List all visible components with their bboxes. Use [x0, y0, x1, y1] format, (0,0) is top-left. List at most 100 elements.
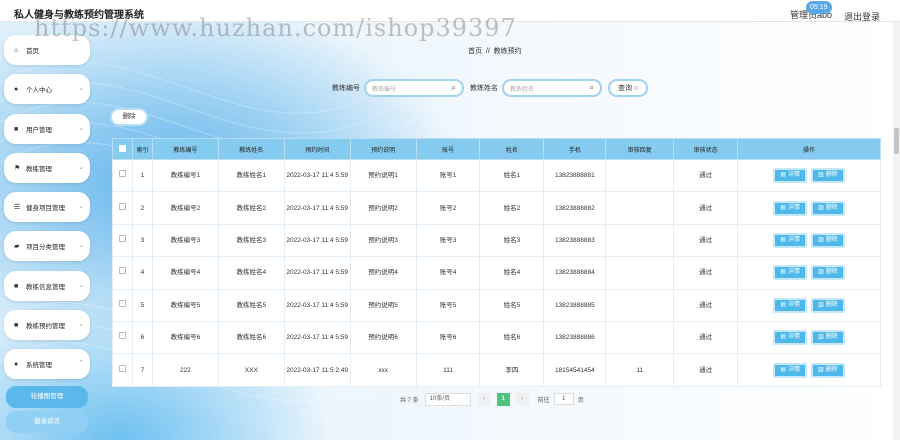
delete-button[interactable]: ▥ 删除	[811, 168, 845, 184]
app-title: 私人健身与教练预约管理系统	[14, 10, 144, 21]
index-cell: 4	[131, 256, 153, 290]
logout-link[interactable]: 退出登录	[844, 10, 880, 23]
chevron-down-icon: ⌄	[78, 321, 84, 328]
next-page-button[interactable]: ›	[515, 392, 529, 406]
total-count: 共 7 条	[400, 397, 419, 404]
coach-name-input[interactable]: 教练姓名 ⌕	[502, 79, 602, 97]
query-button[interactable]: 查询 ○	[608, 79, 649, 97]
detail-button[interactable]: ▤ 详情	[773, 232, 808, 248]
row-checkbox[interactable]	[118, 234, 126, 242]
time-cell: 2022-03-17 11:4 5:59	[283, 191, 351, 225]
detail-button[interactable]: ▤ 详情	[773, 330, 808, 346]
vertical-scrollbar[interactable]	[893, 22, 900, 440]
coach-no-label: 教练编号	[332, 85, 360, 92]
sidebar-item-profile[interactable]: ● 个人中心 ⌄	[4, 74, 90, 104]
delete-button[interactable]: ▥ 删除	[811, 200, 845, 216]
time-cell: 2022-03-17 11:4 5:59	[283, 320, 351, 355]
row-checkbox[interactable]	[118, 170, 126, 178]
coach-name-cell: 教练姓名6	[217, 320, 285, 355]
detail-button[interactable]: ▤ 详情	[773, 265, 808, 281]
breadcrumb: 首页 // 教练预约	[468, 46, 522, 56]
row-select-cell[interactable]	[112, 223, 133, 258]
detail-button[interactable]: ▤ 详情	[773, 362, 808, 378]
table-row[interactable]: 2 教练编号2 教练姓名2 2022-03-17 11:4 5:59 预约说明2 账号2 姓…	[112, 191, 881, 225]
row-select-cell[interactable]	[112, 320, 133, 355]
delete-button[interactable]: ▥ 删除	[811, 330, 845, 346]
desc-cell: 预约说明1	[349, 158, 417, 193]
row-select-cell[interactable]	[112, 353, 133, 387]
sidebar-item-coach-booking[interactable]: ■ 教练预约管理 ⌄	[4, 310, 90, 340]
page-unit-label: 页	[577, 397, 584, 404]
row-select-cell[interactable]	[112, 191, 133, 225]
time-cell: 2022-03-17 11:4 5:59	[283, 223, 351, 258]
detail-label: 详情	[788, 334, 801, 341]
table-row[interactable]: 7 222 XXX 2022-03-17 11:5 2:49 xxx 111 李四 18154…	[112, 353, 881, 387]
person-icon: ●	[14, 85, 19, 93]
breadcrumb-home[interactable]: 首页	[468, 48, 482, 55]
row-checkbox[interactable]	[118, 267, 126, 275]
actions-cell: ▤ 详情 ▥ 删除	[737, 158, 881, 193]
goto-page-input[interactable]: 1	[553, 393, 574, 405]
row-checkbox[interactable]	[118, 332, 126, 340]
scroll-thumb[interactable]	[894, 128, 899, 154]
delete-label: 删除	[825, 172, 838, 179]
pagination: 共 7 条 10条/页 ‹ 1 › 前往 1 页	[400, 392, 584, 406]
table-row[interactable]: 3 教练编号3 教练姓名3 2022-03-17 11:4 5:59 预约说明3 账号3 姓…	[112, 223, 881, 258]
row-checkbox[interactable]	[118, 202, 126, 210]
delete-button[interactable]: ▥ 删除	[811, 232, 845, 248]
delete-button[interactable]: ▥ 删除	[811, 297, 845, 313]
row-select-cell[interactable]	[112, 288, 133, 322]
delete-label: 删除	[825, 204, 838, 211]
sidebar-item-coaches[interactable]: ⚑ 教练管理 ⌄	[4, 153, 90, 183]
coach-no-cell: 教练编号5	[151, 288, 219, 322]
sidebar-item-system[interactable]: ● 系统管理 ⌃	[4, 349, 90, 379]
detail-button[interactable]: ▤ 详情	[773, 168, 808, 184]
coach-no-input[interactable]: 教练编号 ⌕	[364, 79, 464, 97]
table-row[interactable]: 6 教练编号6 教练姓名6 2022-03-17 11:4 5:59 预约说明6 账号6 姓…	[112, 320, 881, 355]
delete-button[interactable]: ▥ 删除	[811, 265, 845, 281]
name-cell: 李四	[479, 353, 545, 387]
coach-name-cell: 教练姓名4	[217, 256, 285, 290]
table-row[interactable]: 5 教练编号5 教练姓名5 2022-03-17 11:4 5:59 预约说明5 账号5 姓…	[112, 288, 881, 322]
row-select-cell[interactable]	[112, 256, 133, 290]
account-cell: 账号3	[415, 223, 481, 258]
person-icon: ●	[14, 360, 19, 368]
account-cell: 111	[415, 353, 481, 387]
batch-delete-button[interactable]: 删除	[110, 108, 148, 126]
row-select-cell[interactable]	[112, 158, 133, 193]
detail-label: 详情	[788, 301, 801, 308]
select-all-checkbox[interactable]	[118, 144, 126, 152]
col-desc: 预约说明	[349, 138, 417, 160]
sidebar-subitem-carousel[interactable]: 轮播图管理	[6, 386, 88, 408]
delete-button[interactable]: ▥ 删除	[811, 362, 845, 378]
sidebar-item-project-categories[interactable]: ▰ 项目分类管理 ⌄	[4, 231, 90, 261]
sidebar-item-home[interactable]: ⌂ 首页	[4, 35, 90, 65]
desc-cell: xxx	[349, 353, 417, 387]
col-status: 审核状态	[673, 138, 739, 160]
sidebar-item-coach-info[interactable]: ■ 教练信息管理 ⌄	[4, 271, 90, 301]
detail-button[interactable]: ▤ 详情	[773, 297, 808, 313]
coach-no-cell: 教练编号2	[151, 191, 219, 225]
detail-button[interactable]: ▤ 详情	[773, 200, 808, 216]
page-number-current[interactable]: 1	[496, 392, 510, 406]
breadcrumb-separator: //	[485, 48, 490, 55]
index-cell: 5	[131, 288, 153, 322]
sidebar-item-fitness-projects[interactable]: ☰ 健身项目管理 ⌄	[4, 192, 90, 222]
search-icon: ○	[634, 84, 639, 92]
trash-icon: ▥	[818, 366, 824, 373]
trash-icon: ▥	[818, 172, 824, 179]
table-row[interactable]: 4 教练编号4 教练姓名4 2022-03-17 11:4 5:59 预约说明4 账号4 姓…	[112, 256, 881, 290]
actions-cell: ▤ 详情 ▥ 删除	[737, 191, 881, 225]
sidebar-item-users[interactable]: ■ 用户管理 ⌄	[4, 114, 90, 144]
select-all-cell[interactable]	[112, 138, 133, 160]
table-row[interactable]: 1 教练编号1 教练姓名1 2022-03-17 11:4 5:59 预约说明1 账号1 姓…	[112, 158, 881, 193]
time-cell: 2022-03-17 11:4 5:59	[283, 256, 351, 290]
phone-cell: 18154541454	[543, 353, 607, 387]
sidebar-item-label: 健身项目管理	[26, 205, 65, 212]
prev-page-button[interactable]: ‹	[477, 392, 491, 406]
search-bar: 教练编号 教练编号 ⌕ 教练姓名 教练姓名 ⌕ 查询 ○	[332, 78, 649, 98]
row-checkbox[interactable]	[118, 364, 126, 372]
page-size-select[interactable]: 10条/页	[424, 392, 471, 406]
row-checkbox[interactable]	[118, 299, 126, 307]
sidebar-subitem-news[interactable]: 健身资讯	[6, 411, 88, 433]
